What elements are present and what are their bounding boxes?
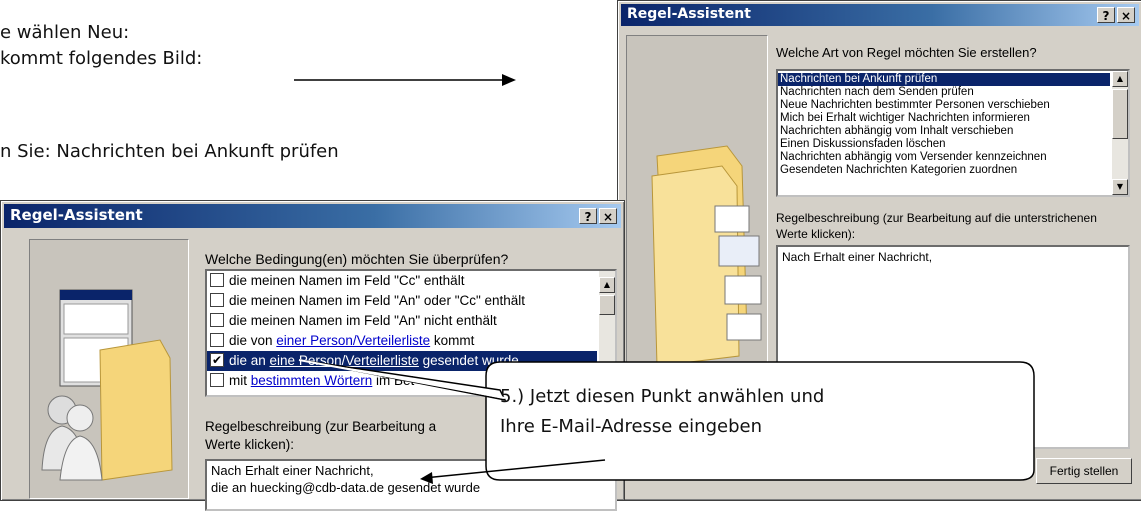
rule-description-line1: Nach Erhalt einer Nachricht, [211, 463, 374, 478]
person-list-link[interactable]: einer Person/Verteilerliste [276, 333, 430, 348]
pointer-arrow [294, 74, 516, 86]
callout-line-1: 5.) Jetzt diesen Punkt anwählen und [500, 386, 825, 407]
rule-description-label-line1: Regelbeschreibung (zur Bearbeitung a [205, 419, 437, 434]
condition-question: Welche Bedingung(en) möchten Sie überprü… [205, 251, 509, 267]
rule-description-text: Nach Erhalt einer Nachricht, [782, 250, 933, 264]
scroll-up-icon[interactable]: ▲ [1112, 71, 1128, 87]
list-item[interactable]: Mich bei Erhalt wichtiger Nachrichten in… [778, 112, 1110, 125]
words-link[interactable]: bestimmten Wörtern [251, 373, 373, 388]
instruction-line-1: e wählen Neu: [0, 22, 130, 43]
list-item[interactable]: Nachrichten bei Ankunft prüfen [778, 73, 1110, 86]
callout-line-2: Ihre E-Mail-Adresse eingeben [500, 416, 762, 437]
rule-wizard-dialog-front: Regel-Assistent ? × Welche Bedingung(en)… [0, 200, 625, 511]
close-button[interactable]: × [599, 208, 617, 224]
dialog-title: Regel-Assistent [627, 6, 751, 22]
rule-description-line2: die an huecking@cdb-data.de gesendet wur… [211, 480, 481, 495]
condition-item[interactable]: die meinen Namen im Feld "Cc" enthält [207, 271, 597, 291]
list-item[interactable]: Gesendeten Nachrichten Kategorien zuordn… [778, 164, 1110, 177]
rule-description-label-line1: Regelbeschreibung (zur Bearbeitung auf d… [776, 211, 1097, 225]
rule-description-label-line2: Werte klicken): [205, 437, 295, 452]
help-button[interactable]: ? [1097, 7, 1115, 23]
scrollbar[interactable]: ▲ ▼ [1112, 71, 1128, 195]
wizard-illustration [626, 35, 768, 437]
condition-list[interactable]: die meinen Namen im Feld "Cc" enthält di… [205, 269, 617, 397]
list-item[interactable]: Nachrichten abhängig vom Versender kennz… [778, 151, 1110, 164]
scroll-up-icon[interactable]: ▲ [599, 277, 615, 293]
close-button[interactable]: × [1117, 7, 1135, 23]
checkbox[interactable] [210, 273, 224, 287]
title-bar: Regel-Assistent ? × [621, 4, 1139, 26]
list-item[interactable]: Nachrichten nach dem Senden prüfen [778, 86, 1110, 99]
checkbox[interactable] [210, 293, 224, 307]
person-list-link[interactable]: eine Person/Verteilerliste [270, 353, 419, 368]
checkbox-checked[interactable]: ✔ [210, 353, 224, 367]
callout-text: 5.) Jetzt diesen Punkt anwählen und Ihre… [500, 382, 824, 442]
rule-description-label-line2: Werte klicken): [776, 227, 856, 241]
scroll-down-icon[interactable]: ▼ [1112, 179, 1128, 195]
condition-item[interactable]: die von einer Person/Verteilerliste komm… [207, 331, 597, 351]
folder-icon [651, 145, 762, 367]
people-icon [41, 289, 173, 481]
checkbox[interactable] [210, 313, 224, 327]
finish-button[interactable]: Fertig stellen [1036, 458, 1132, 484]
list-item[interactable]: Einen Diskussionsfaden löschen [778, 138, 1110, 151]
condition-item-selected[interactable]: ✔ die an eine Person/Verteilerliste gesen… [207, 351, 597, 371]
wizard-illustration [29, 239, 189, 499]
list-item[interactable]: Neue Nachrichten bestimmter Personen ver… [778, 99, 1110, 112]
checkbox[interactable] [210, 333, 224, 347]
scroll-thumb[interactable] [1112, 89, 1128, 139]
condition-item[interactable]: die meinen Namen im Feld "An" nicht enth… [207, 311, 597, 331]
scrollbar[interactable]: ▲ [599, 271, 615, 395]
instruction-line-2: kommt folgendes Bild: [0, 48, 203, 69]
instruction-line-3: n Sie: Nachrichten bei Ankunft prüfen [0, 141, 339, 162]
scroll-thumb[interactable] [599, 295, 615, 315]
title-bar: Regel-Assistent ? × [4, 204, 621, 228]
help-button[interactable]: ? [579, 208, 597, 224]
checkbox[interactable] [210, 373, 224, 387]
list-item[interactable]: Nachrichten abhängig vom Inhalt verschie… [778, 125, 1110, 138]
dialog-title: Regel-Assistent [10, 206, 143, 224]
rule-type-list[interactable]: Nachrichten bei Ankunft prüfen Nachricht… [776, 69, 1130, 197]
rule-type-question: Welche Art von Regel möchten Sie erstell… [776, 45, 1037, 60]
rule-description-box[interactable]: Nach Erhalt einer Nachricht, [776, 245, 1130, 449]
condition-item[interactable]: die meinen Namen im Feld "An" oder "Cc" … [207, 291, 597, 311]
rule-description-box[interactable]: Nach Erhalt einer Nachricht, die an huec… [205, 459, 617, 511]
